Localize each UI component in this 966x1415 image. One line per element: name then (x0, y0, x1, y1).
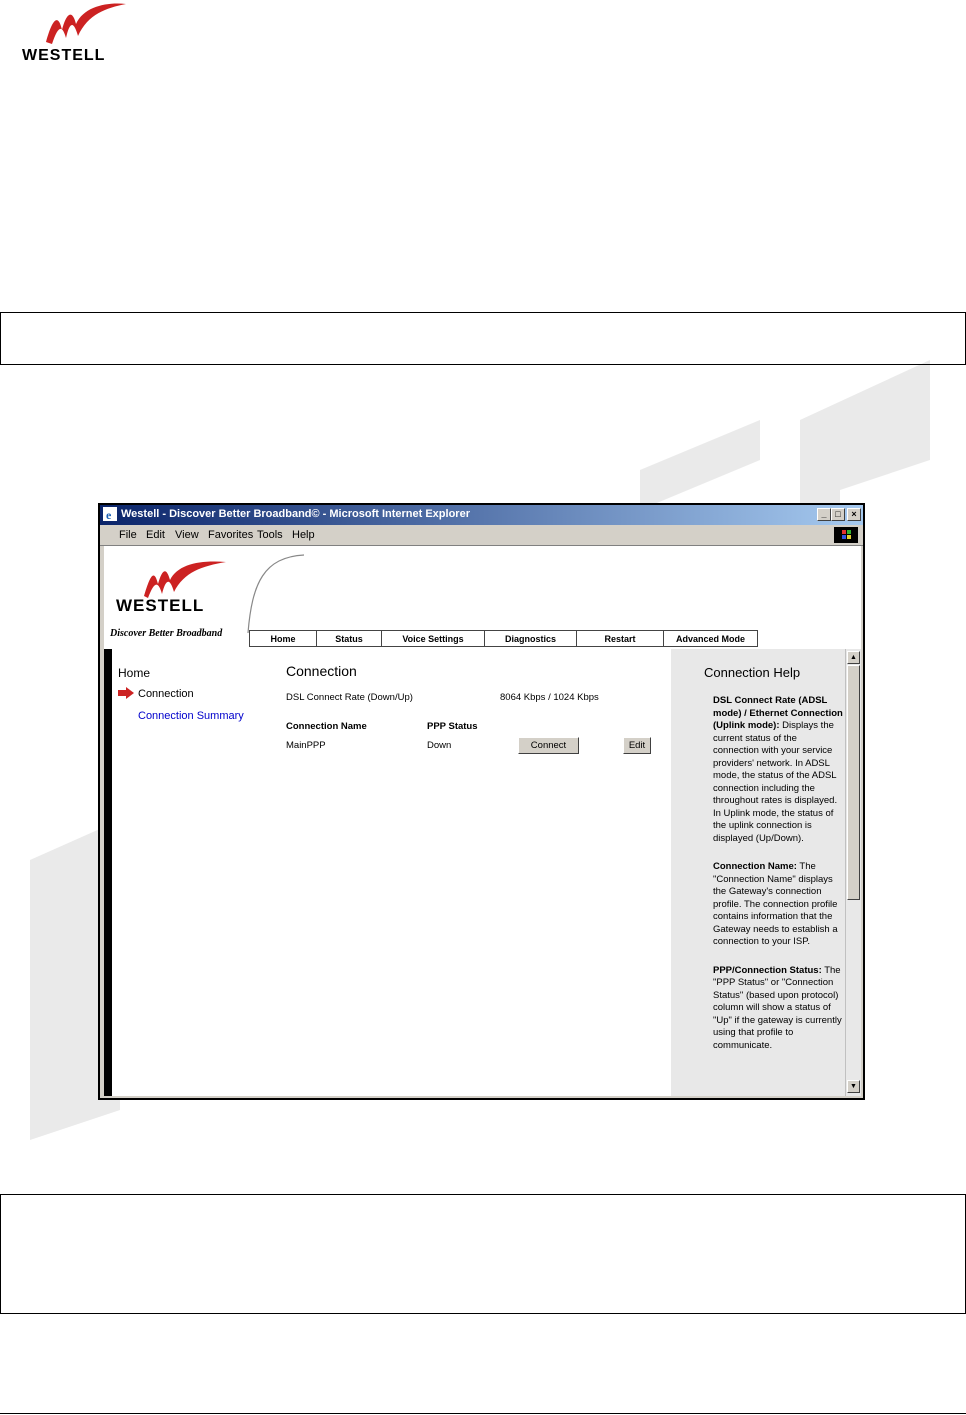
note-box (0, 312, 966, 365)
tab-home[interactable]: Home (249, 630, 317, 647)
help-text: The "Connection Name" displays the Gatew… (713, 861, 838, 947)
westell-logo-icon (144, 561, 226, 598)
menu-file[interactable]: File (119, 529, 137, 541)
sidebar-item-connection[interactable]: Connection (138, 688, 194, 700)
nav-tabs: Home Status Voice Settings Diagnostics R… (249, 630, 758, 648)
window-title: Westell - Discover Better Broadband© - M… (121, 508, 470, 520)
tab-voice-settings[interactable]: Voice Settings (382, 630, 485, 647)
brand-name: WESTELL (116, 596, 205, 615)
svg-text:e: e (106, 508, 112, 521)
help-scrollbar[interactable]: ▲ ▼ (845, 649, 861, 1096)
sidebar-item-connection-summary[interactable]: Connection Summary (138, 710, 244, 722)
arrow-right-icon (118, 687, 134, 699)
footer-rule (0, 1413, 966, 1414)
internet-explorer-icon: e (103, 507, 117, 521)
minimize-button[interactable]: _ (817, 508, 831, 521)
web-page: WESTELL Discover Better Broadband Home S… (104, 546, 861, 1096)
menu-favorites[interactable]: Favorites (208, 529, 253, 541)
help-title: Connection Help (704, 665, 801, 680)
help-paragraph: DSL Connect Rate (ADSL mode) / Ethernet … (713, 695, 843, 845)
dsl-rate-value: 8064 Kbps / 1024 Kbps (500, 692, 599, 703)
help-paragraph: Connection Name: The "Connection Name" d… (713, 861, 843, 949)
dsl-rate-label: DSL Connect Rate (Down/Up) (286, 692, 413, 703)
connection-name-cell: MainPPP (286, 740, 326, 751)
note-box (0, 1194, 966, 1314)
windows-logo-icon (834, 527, 858, 543)
help-body: DSL Connect Rate (ADSL mode) / Ethernet … (713, 695, 843, 1068)
help-text: Displays the current status of the conne… (713, 720, 838, 844)
tab-status[interactable]: Status (317, 630, 382, 647)
page-title: Connection (286, 663, 357, 679)
scroll-up-icon[interactable]: ▲ (847, 651, 860, 664)
scroll-down-icon[interactable]: ▼ (847, 1080, 860, 1093)
tab-diagnostics[interactable]: Diagnostics (485, 630, 577, 647)
doc-logo-text: WESTELL (22, 47, 106, 64)
banner-stripes (247, 554, 764, 633)
connect-button[interactable]: Connect (518, 737, 579, 754)
column-header-ppp-status: PPP Status (427, 721, 478, 732)
title-bar: e Westell - Discover Better Broadband© -… (100, 505, 863, 525)
help-text: The "PPP Status" or "Connection Status" … (713, 964, 842, 1051)
tab-advanced-mode[interactable]: Advanced Mode (664, 630, 758, 647)
help-paragraph: PPP/Connection Status: The "PPP Status" … (713, 965, 843, 1053)
ppp-status-cell: Down (427, 740, 452, 751)
help-panel: Connection Help DSL Connect Rate (ADSL m… (671, 649, 845, 1096)
menu-view[interactable]: View (175, 529, 199, 541)
menu-help[interactable]: Help (292, 529, 315, 541)
maximize-button[interactable]: □ (831, 508, 845, 521)
menu-edit[interactable]: Edit (146, 529, 165, 541)
tab-restart[interactable]: Restart (577, 630, 664, 647)
close-button[interactable]: × (847, 508, 861, 521)
tagline: Discover Better Broadband (110, 628, 223, 639)
scrollbar-thumb[interactable] (847, 665, 860, 900)
column-header-connection-name: Connection Name (286, 721, 367, 732)
left-edge-bar (104, 649, 112, 1096)
help-heading: PPP/Connection Status: (713, 964, 822, 976)
sidebar-home-link[interactable]: Home (118, 666, 150, 680)
help-heading: Connection Name: (713, 861, 797, 872)
edit-button[interactable]: Edit (623, 737, 651, 754)
menu-bar: File Edit View Favorites Tools Help (100, 525, 863, 546)
menu-tools[interactable]: Tools (257, 529, 283, 541)
site-banner: WESTELL Discover Better Broadband Home S… (104, 546, 861, 649)
browser-window: e Westell - Discover Better Broadband© -… (98, 503, 865, 1100)
